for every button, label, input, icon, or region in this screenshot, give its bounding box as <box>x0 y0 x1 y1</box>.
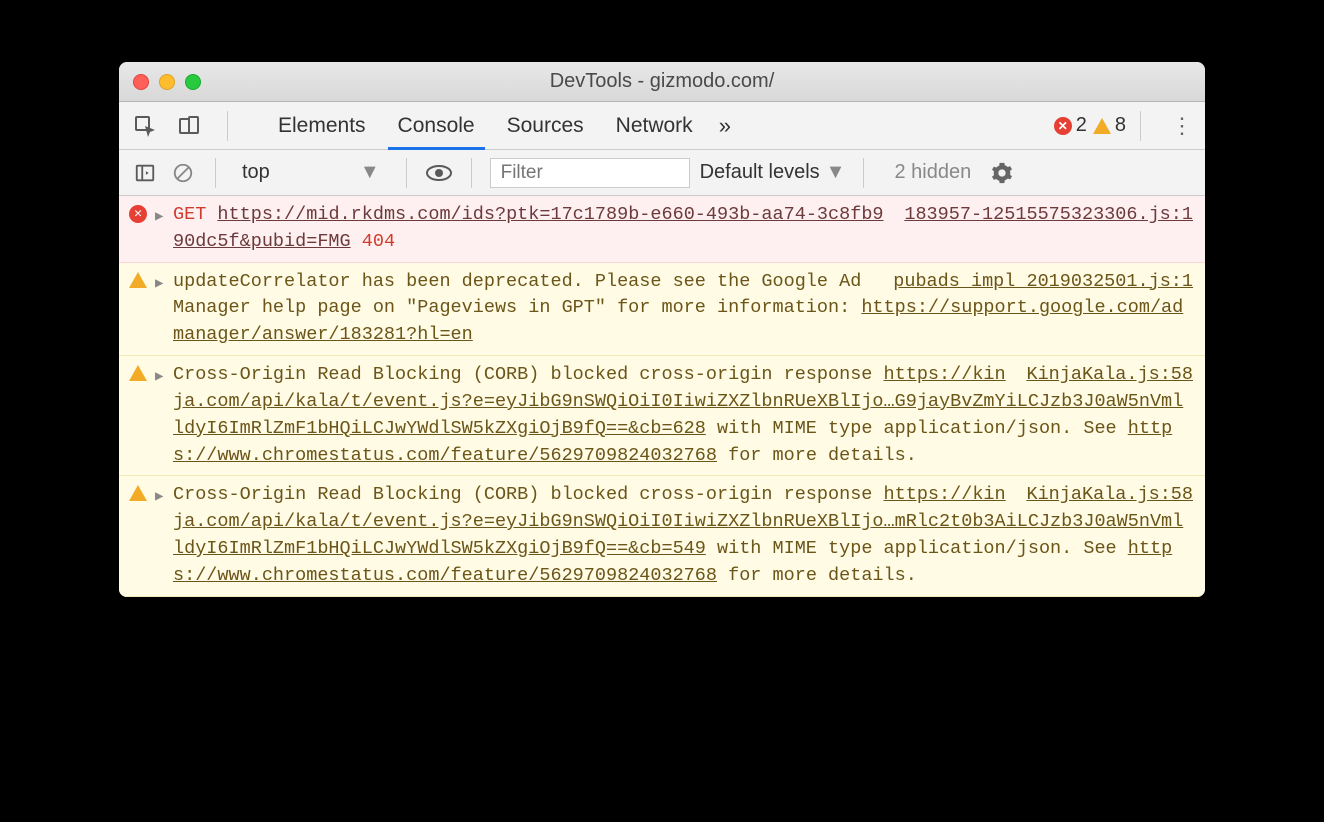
divider <box>471 158 472 188</box>
minimize-window-button[interactable] <box>159 74 175 90</box>
warning-icon <box>129 272 147 288</box>
message-text: for more details. <box>717 565 917 586</box>
message-source-link[interactable]: 183957-12515575323306.js:1 <box>904 202 1193 229</box>
traffic-lights <box>133 74 201 90</box>
message-text: Cross-Origin Read Blocking (CORB) blocke… <box>173 364 884 385</box>
zoom-window-button[interactable] <box>185 74 201 90</box>
disclosure-triangle-icon[interactable]: ▶ <box>155 207 171 227</box>
log-levels-select[interactable]: Default levels ▼ <box>700 161 846 184</box>
warning-count-badge[interactable]: 8 <box>1093 114 1126 137</box>
tab-sources[interactable]: Sources <box>491 102 600 150</box>
device-toolbar-icon[interactable] <box>175 112 203 140</box>
console-message-error[interactable]: ✕ ▶ 183957-12515575323306.js:1 GET https… <box>119 196 1205 263</box>
console-filterbar: top ▼ Default levels ▼ 2 hidden <box>119 150 1205 196</box>
error-count: 2 <box>1076 114 1087 137</box>
console-settings-icon[interactable] <box>991 162 1013 184</box>
message-source-link[interactable]: KinjaKala.js:58 <box>1026 362 1193 389</box>
disclosure-triangle-icon[interactable]: ▶ <box>155 487 171 507</box>
devtools-window: DevTools - gizmodo.com/ Elements Console… <box>119 62 1205 597</box>
sidebar-toggle-icon[interactable] <box>131 159 159 187</box>
error-icon: ✕ <box>1054 117 1072 135</box>
execution-context-select[interactable]: top ▼ <box>234 159 388 186</box>
tab-network[interactable]: Network <box>600 102 709 150</box>
message-text: for more details. <box>717 445 917 466</box>
dropdown-caret-icon: ▼ <box>826 161 846 184</box>
error-count-badge[interactable]: ✕ 2 <box>1054 114 1087 137</box>
message-text: Cross-Origin Read Blocking (CORB) blocke… <box>173 484 884 505</box>
warning-icon <box>1093 118 1111 134</box>
warning-count: 8 <box>1115 114 1126 137</box>
divider <box>227 111 228 141</box>
filter-input[interactable] <box>490 158 690 188</box>
disclosure-triangle-icon[interactable]: ▶ <box>155 274 171 294</box>
divider <box>215 158 216 188</box>
divider <box>406 158 407 188</box>
disclosure-triangle-icon[interactable]: ▶ <box>155 367 171 387</box>
live-expression-icon[interactable] <box>425 159 453 187</box>
console-message-warning[interactable]: ▶ KinjaKala.js:58 Cross-Origin Read Bloc… <box>119 476 1205 596</box>
console-messages: ✕ ▶ 183957-12515575323306.js:1 GET https… <box>119 196 1205 597</box>
dropdown-caret-icon: ▼ <box>360 161 380 184</box>
hidden-messages-count[interactable]: 2 hidden <box>894 161 971 184</box>
divider <box>1140 111 1141 141</box>
divider <box>863 158 864 188</box>
context-label: top <box>242 161 270 184</box>
console-message-warning[interactable]: ▶ KinjaKala.js:58 Cross-Origin Read Bloc… <box>119 356 1205 476</box>
message-text: with MIME type application/json. See <box>706 418 1128 439</box>
window-title: DevTools - gizmodo.com/ <box>119 70 1205 93</box>
message-text: updateCorrelator has been deprecated. Pl… <box>173 271 861 319</box>
http-status: 404 <box>362 231 395 252</box>
titlebar: DevTools - gizmodo.com/ <box>119 62 1205 102</box>
inspect-element-icon[interactable] <box>131 112 159 140</box>
tabbar: Elements Console Sources Network » ✕ 2 8… <box>119 102 1205 150</box>
message-source-link[interactable]: pubads_impl_2019032501.js:1 <box>893 269 1193 296</box>
warning-icon <box>129 485 147 501</box>
tabs: Elements Console Sources Network » <box>262 102 731 150</box>
kebab-menu-icon[interactable]: ⋮ <box>1171 113 1193 139</box>
http-method: GET <box>173 204 206 225</box>
more-tabs-chevron-icon[interactable]: » <box>719 113 731 139</box>
clear-console-icon[interactable] <box>169 159 197 187</box>
request-url[interactable]: https://mid.rkdms.com/ids?ptk=17c1789b-e… <box>173 204 884 252</box>
tab-elements[interactable]: Elements <box>262 102 382 150</box>
levels-label: Default levels <box>700 161 820 184</box>
error-icon: ✕ <box>129 205 147 223</box>
tab-console[interactable]: Console <box>382 102 491 150</box>
warning-icon <box>129 365 147 381</box>
message-text: with MIME type application/json. See <box>706 538 1128 559</box>
message-source-link[interactable]: KinjaKala.js:58 <box>1026 482 1193 509</box>
close-window-button[interactable] <box>133 74 149 90</box>
console-message-warning[interactable]: ▶ pubads_impl_2019032501.js:1 updateCorr… <box>119 263 1205 356</box>
